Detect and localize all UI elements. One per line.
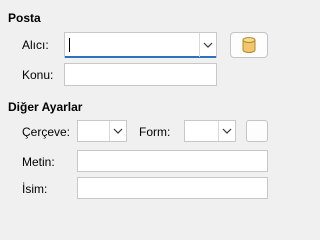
- text-caret: [69, 38, 70, 52]
- text-label: Metin:: [22, 155, 55, 169]
- subject-field[interactable]: [64, 63, 217, 86]
- address-book-button[interactable]: [230, 32, 268, 58]
- other-settings-heading: Diğer Ayarlar: [8, 100, 83, 114]
- mail-section-heading: Posta: [8, 11, 41, 25]
- chevron-down-icon: [113, 128, 123, 134]
- name-label: İsim:: [22, 182, 48, 196]
- subject-label: Konu:: [22, 68, 54, 82]
- recipient-combobox[interactable]: [64, 32, 217, 58]
- focus-underline: [65, 56, 216, 58]
- frame-label: Çerçeve:: [22, 125, 71, 139]
- frame-dropdown-button[interactable]: [109, 121, 126, 141]
- database-icon: [242, 37, 256, 53]
- form-label: Form:: [139, 125, 171, 139]
- color-picker-button[interactable]: [246, 120, 268, 142]
- name-field[interactable]: [77, 177, 268, 199]
- frame-combobox[interactable]: [77, 120, 127, 142]
- form-dropdown-button[interactable]: [218, 121, 235, 141]
- form-combobox[interactable]: [184, 120, 236, 142]
- chevron-down-icon: [203, 42, 213, 48]
- recipient-dropdown-button[interactable]: [199, 33, 216, 57]
- chevron-down-icon: [222, 128, 232, 134]
- recipient-label: Alıcı:: [22, 38, 49, 52]
- text-field[interactable]: [77, 150, 268, 172]
